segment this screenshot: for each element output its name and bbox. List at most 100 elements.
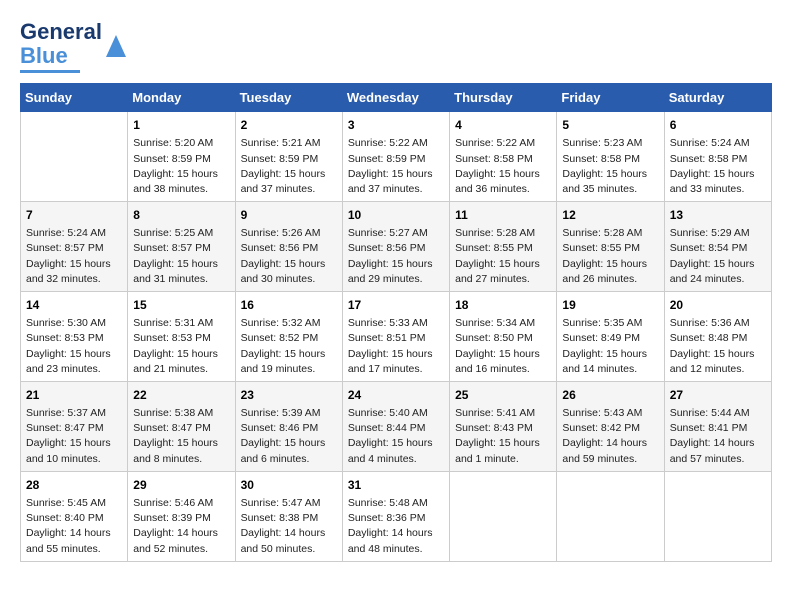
cell-content: Sunrise: 5:37 AM Sunset: 8:47 PM Dayligh… xyxy=(26,406,122,467)
day-number: 19 xyxy=(562,296,658,314)
calendar-cell: 8 Sunrise: 5:25 AM Sunset: 8:57 PM Daylig… xyxy=(128,202,235,292)
day-number: 27 xyxy=(670,386,766,404)
calendar-cell: 18 Sunrise: 5:34 AM Sunset: 8:50 PM Dayli… xyxy=(450,292,557,382)
calendar-cell: 20Sunrise: 5:36 AM Sunset: 8:48 PM Dayli… xyxy=(664,292,771,382)
calendar-cell: 9 Sunrise: 5:26 AM Sunset: 8:56 PM Daylig… xyxy=(235,202,342,292)
calendar-week-row: 14 Sunrise: 5:30 AM Sunset: 8:53 PM Dayli… xyxy=(21,292,772,382)
day-number: 6 xyxy=(670,116,766,134)
calendar-cell: 24 Sunrise: 5:40 AM Sunset: 8:44 PM Dayli… xyxy=(342,382,449,472)
calendar-cell: 16Sunrise: 5:32 AM Sunset: 8:52 PM Dayli… xyxy=(235,292,342,382)
cell-content: Sunrise: 5:39 AM Sunset: 8:46 PM Dayligh… xyxy=(241,406,337,467)
cell-content: Sunrise: 5:47 AM Sunset: 8:38 PM Dayligh… xyxy=(241,496,337,557)
day-number: 30 xyxy=(241,476,337,494)
day-number: 12 xyxy=(562,206,658,224)
day-number: 29 xyxy=(133,476,229,494)
calendar-cell: 15 Sunrise: 5:31 AM Sunset: 8:53 PM Dayli… xyxy=(128,292,235,382)
day-number: 10 xyxy=(348,206,444,224)
day-number: 20 xyxy=(670,296,766,314)
weekday-header-tuesday: Tuesday xyxy=(235,84,342,112)
page-header: GeneralBlue xyxy=(20,20,772,73)
weekday-header-wednesday: Wednesday xyxy=(342,84,449,112)
cell-content: Sunrise: 5:34 AM Sunset: 8:50 PM Dayligh… xyxy=(455,316,551,377)
calendar-cell: 4Sunrise: 5:22 AM Sunset: 8:58 PM Daylig… xyxy=(450,112,557,202)
calendar-cell: 14 Sunrise: 5:30 AM Sunset: 8:53 PM Dayli… xyxy=(21,292,128,382)
cell-content: Sunrise: 5:32 AM Sunset: 8:52 PM Dayligh… xyxy=(241,316,337,377)
weekday-header-saturday: Saturday xyxy=(664,84,771,112)
logo-underline xyxy=(20,70,80,73)
calendar-cell: 29Sunrise: 5:46 AM Sunset: 8:39 PM Dayli… xyxy=(128,471,235,561)
day-number: 21 xyxy=(26,386,122,404)
calendar-cell: 7Sunrise: 5:24 AM Sunset: 8:57 PM Daylig… xyxy=(21,202,128,292)
day-number: 24 xyxy=(348,386,444,404)
calendar-cell: 3 Sunrise: 5:22 AM Sunset: 8:59 PM Daylig… xyxy=(342,112,449,202)
day-number: 8 xyxy=(133,206,229,224)
calendar-cell: 26 Sunrise: 5:43 AM Sunset: 8:42 PM Dayli… xyxy=(557,382,664,472)
weekday-header-row: SundayMondayTuesdayWednesdayThursdayFrid… xyxy=(21,84,772,112)
day-number: 31 xyxy=(348,476,444,494)
calendar-cell xyxy=(557,471,664,561)
cell-content: Sunrise: 5:43 AM Sunset: 8:42 PM Dayligh… xyxy=(562,406,658,467)
cell-content: Sunrise: 5:45 AM Sunset: 8:40 PM Dayligh… xyxy=(26,496,122,557)
calendar-cell: 10 Sunrise: 5:27 AM Sunset: 8:56 PM Dayli… xyxy=(342,202,449,292)
day-number: 14 xyxy=(26,296,122,314)
cell-content: Sunrise: 5:27 AM Sunset: 8:56 PM Dayligh… xyxy=(348,226,444,287)
calendar-cell: 17Sunrise: 5:33 AM Sunset: 8:51 PM Dayli… xyxy=(342,292,449,382)
calendar-cell: 27 Sunrise: 5:44 AM Sunset: 8:41 PM Dayli… xyxy=(664,382,771,472)
cell-content: Sunrise: 5:26 AM Sunset: 8:56 PM Dayligh… xyxy=(241,226,337,287)
day-number: 9 xyxy=(241,206,337,224)
calendar-cell xyxy=(21,112,128,202)
cell-content: Sunrise: 5:33 AM Sunset: 8:51 PM Dayligh… xyxy=(348,316,444,377)
calendar-cell xyxy=(450,471,557,561)
cell-content: Sunrise: 5:48 AM Sunset: 8:36 PM Dayligh… xyxy=(348,496,444,557)
cell-content: Sunrise: 5:25 AM Sunset: 8:57 PM Dayligh… xyxy=(133,226,229,287)
calendar-week-row: 7Sunrise: 5:24 AM Sunset: 8:57 PM Daylig… xyxy=(21,202,772,292)
logo-triangle-icon xyxy=(106,35,126,57)
day-number: 25 xyxy=(455,386,551,404)
calendar-table: SundayMondayTuesdayWednesdayThursdayFrid… xyxy=(20,83,772,561)
day-number: 23 xyxy=(241,386,337,404)
calendar-body: 1Sunrise: 5:20 AM Sunset: 8:59 PM Daylig… xyxy=(21,112,772,561)
logo: GeneralBlue xyxy=(20,20,126,73)
day-number: 26 xyxy=(562,386,658,404)
cell-content: Sunrise: 5:23 AM Sunset: 8:58 PM Dayligh… xyxy=(562,136,658,197)
calendar-cell: 6 Sunrise: 5:24 AM Sunset: 8:58 PM Daylig… xyxy=(664,112,771,202)
cell-content: Sunrise: 5:35 AM Sunset: 8:49 PM Dayligh… xyxy=(562,316,658,377)
calendar-cell: 21 Sunrise: 5:37 AM Sunset: 8:47 PM Dayli… xyxy=(21,382,128,472)
cell-content: Sunrise: 5:41 AM Sunset: 8:43 PM Dayligh… xyxy=(455,406,551,467)
day-number: 2 xyxy=(241,116,337,134)
cell-content: Sunrise: 5:38 AM Sunset: 8:47 PM Dayligh… xyxy=(133,406,229,467)
cell-content: Sunrise: 5:21 AM Sunset: 8:59 PM Dayligh… xyxy=(241,136,337,197)
cell-content: Sunrise: 5:28 AM Sunset: 8:55 PM Dayligh… xyxy=(562,226,658,287)
day-number: 28 xyxy=(26,476,122,494)
day-number: 13 xyxy=(670,206,766,224)
calendar-cell: 12 Sunrise: 5:28 AM Sunset: 8:55 PM Dayli… xyxy=(557,202,664,292)
day-number: 15 xyxy=(133,296,229,314)
calendar-week-row: 28 Sunrise: 5:45 AM Sunset: 8:40 PM Dayli… xyxy=(21,471,772,561)
day-number: 18 xyxy=(455,296,551,314)
cell-content: Sunrise: 5:24 AM Sunset: 8:58 PM Dayligh… xyxy=(670,136,766,197)
calendar-cell: 19 Sunrise: 5:35 AM Sunset: 8:49 PM Dayli… xyxy=(557,292,664,382)
calendar-week-row: 21 Sunrise: 5:37 AM Sunset: 8:47 PM Dayli… xyxy=(21,382,772,472)
cell-content: Sunrise: 5:40 AM Sunset: 8:44 PM Dayligh… xyxy=(348,406,444,467)
cell-content: Sunrise: 5:22 AM Sunset: 8:58 PM Dayligh… xyxy=(455,136,551,197)
calendar-cell: 22 Sunrise: 5:38 AM Sunset: 8:47 PM Dayli… xyxy=(128,382,235,472)
day-number: 22 xyxy=(133,386,229,404)
day-number: 3 xyxy=(348,116,444,134)
day-number: 7 xyxy=(26,206,122,224)
calendar-cell: 25 Sunrise: 5:41 AM Sunset: 8:43 PM Dayli… xyxy=(450,382,557,472)
calendar-cell: 11Sunrise: 5:28 AM Sunset: 8:55 PM Dayli… xyxy=(450,202,557,292)
weekday-header-thursday: Thursday xyxy=(450,84,557,112)
calendar-cell xyxy=(664,471,771,561)
calendar-cell: 31 Sunrise: 5:48 AM Sunset: 8:36 PM Dayli… xyxy=(342,471,449,561)
calendar-cell: 28 Sunrise: 5:45 AM Sunset: 8:40 PM Dayli… xyxy=(21,471,128,561)
calendar-cell: 2 Sunrise: 5:21 AM Sunset: 8:59 PM Daylig… xyxy=(235,112,342,202)
calendar-cell: 5Sunrise: 5:23 AM Sunset: 8:58 PM Daylig… xyxy=(557,112,664,202)
calendar-header: SundayMondayTuesdayWednesdayThursdayFrid… xyxy=(21,84,772,112)
cell-content: Sunrise: 5:30 AM Sunset: 8:53 PM Dayligh… xyxy=(26,316,122,377)
cell-content: Sunrise: 5:22 AM Sunset: 8:59 PM Dayligh… xyxy=(348,136,444,197)
logo-text: GeneralBlue xyxy=(20,20,102,68)
cell-content: Sunrise: 5:31 AM Sunset: 8:53 PM Dayligh… xyxy=(133,316,229,377)
calendar-cell: 30 Sunrise: 5:47 AM Sunset: 8:38 PM Dayli… xyxy=(235,471,342,561)
calendar-cell: 1Sunrise: 5:20 AM Sunset: 8:59 PM Daylig… xyxy=(128,112,235,202)
cell-content: Sunrise: 5:44 AM Sunset: 8:41 PM Dayligh… xyxy=(670,406,766,467)
